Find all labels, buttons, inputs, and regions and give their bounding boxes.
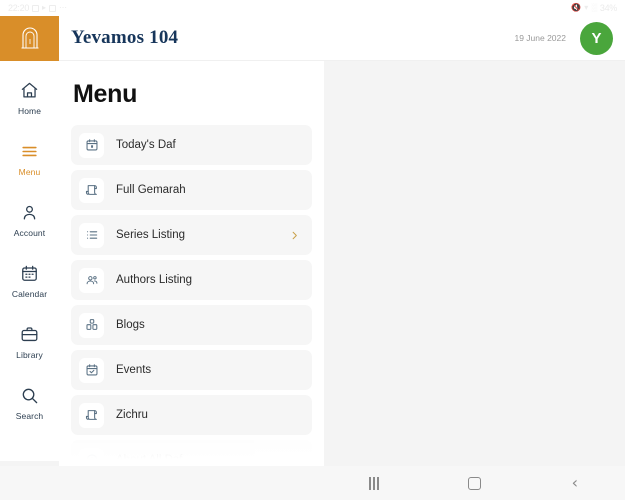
app-icon: ▸ [42,3,47,12]
scroll-icon [79,402,104,428]
home-square-icon [467,476,481,490]
header-right-group: 19 June 2022 Y [514,21,625,55]
status-bar-clock: 22:20 [8,3,30,13]
screenshot-icon [32,4,40,12]
app-root: 22:20 ▸ ⋯ 🔇 ▾ ░ 34% Yevamos 104 19 June … [0,0,625,500]
menu-item-about-all-daf[interactable]: About All Daf [71,440,312,466]
menu-item-label: Full Gemarah [116,184,186,196]
sidebar-item-home[interactable]: Home [0,79,59,116]
sidebar-item-label: Library [16,350,43,360]
panel-heading: Menu [73,80,138,108]
avatar-initial: Y [591,29,602,47]
sidebar-item-search[interactable]: Search [0,384,59,421]
left-nav-rail: Home Menu Account Calendar Library Searc… [0,61,59,461]
menu-item-authors-listing[interactable]: Authors Listing [71,260,312,300]
nav-bar-left-pad [0,466,324,500]
menu-item-label: Blogs [116,319,145,331]
chevron-left-icon: ‹ [571,473,579,492]
wifi-icon: ▾ [584,3,589,12]
menu-item-full-gemarah[interactable]: Full Gemarah [71,170,312,210]
calendar-icon [20,262,39,284]
person-icon [20,201,39,223]
menu-item-label: Zichru [116,409,148,421]
nav-bar-buttons: ‹ [324,466,625,500]
gate-arch-logo-icon [21,27,38,49]
menu-item-zichru[interactable]: Zichru [71,395,312,435]
list-icon [79,222,104,248]
calendar-check-icon [79,357,104,383]
status-bar-right: 🔇 ▾ ░ 34% [571,3,617,13]
calendar-day-icon [79,132,104,158]
android-status-bar: 22:20 ▸ ⋯ 🔇 ▾ ░ 34% [0,0,625,16]
briefcase-icon [20,323,39,345]
recents-icon [369,476,380,490]
menu-item-label: Today's Daf [116,139,176,151]
search-icon [20,384,39,406]
people-group-icon [79,267,104,293]
menu-item-label: Events [116,364,152,376]
sidebar-item-calendar[interactable]: Calendar [0,262,59,299]
hamburger-icon [20,140,39,162]
home-button[interactable] [451,469,497,497]
app-header: Yevamos 104 19 June 2022 Y [0,15,625,61]
back-button[interactable]: ‹ [552,469,598,497]
menu-item-label: Authors Listing [116,274,193,286]
status-bar-left: 22:20 ▸ ⋯ [8,3,67,13]
sidebar-item-label: Account [13,228,46,238]
sidebar-item-account[interactable]: Account [0,201,59,238]
menu-panel: Menu Today's Daf Full Gemarah Series Lis… [59,61,324,466]
content-area [324,61,625,466]
sidebar-item-library[interactable]: Library [0,323,59,360]
blog-icon [79,312,104,338]
menu-item-label: About All Daf [116,454,183,466]
menu-item-label: Series Listing [116,229,186,241]
signal-icon: ░ [591,3,597,12]
page-title: Yevamos 104 [71,27,179,48]
chevron-right-icon[interactable] [289,230,304,241]
sidebar-item-label: Search [15,411,44,421]
recents-button[interactable] [351,469,397,497]
menu-item-events[interactable]: Events [71,350,312,390]
sidebar-item-label: Menu [18,167,41,177]
menu-list: Today's Daf Full Gemarah Series Listing … [59,125,324,466]
sidebar-item-label: Calendar [11,289,48,299]
header-date: 19 June 2022 [514,33,566,43]
dots-icon: ⋯ [59,3,68,12]
menu-item-blogs[interactable]: Blogs [71,305,312,345]
avatar[interactable]: Y [580,21,613,55]
menu-item-todays-daf[interactable]: Today's Daf [71,125,312,165]
info-icon [79,447,104,466]
mute-icon: 🔇 [571,3,582,12]
gate-arch-logo[interactable] [0,15,59,61]
battery-percent: 34% [599,3,617,13]
sidebar-item-label: Home [17,106,42,116]
gallery-icon [49,4,57,12]
scroll-icon [79,177,104,203]
sidebar-item-menu[interactable]: Menu [0,140,59,177]
menu-item-series-listing[interactable]: Series Listing [71,215,312,255]
android-nav-bar: ‹ [0,466,625,500]
home-icon [20,79,39,101]
